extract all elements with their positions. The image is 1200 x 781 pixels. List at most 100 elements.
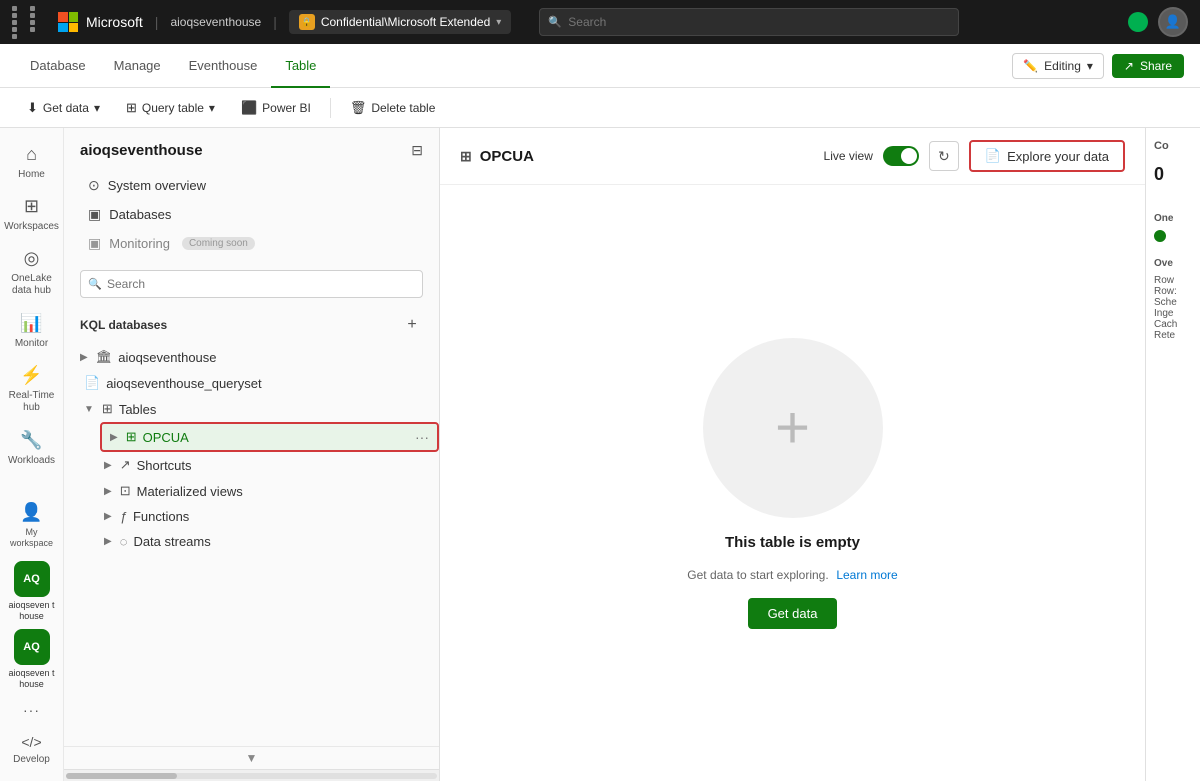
- sidebar: aioqseventhouse ⊟ ⊙ System overview ▣ Da…: [64, 128, 440, 781]
- query-table-label: Query table: [142, 101, 204, 115]
- nav-item-system-overview[interactable]: ⊙ System overview: [80, 171, 423, 200]
- right-panel-row-label: Row: [1154, 275, 1192, 286]
- rail-item-monitor[interactable]: 📊 Monitor: [4, 305, 60, 357]
- refresh-button[interactable]: ↻: [929, 141, 959, 171]
- aioq1-label: aioqseven thouse: [8, 600, 56, 622]
- tree-item-opcua[interactable]: ▶ ⊞ OPCUA ···: [100, 422, 439, 452]
- toolbar-separator: [330, 98, 331, 118]
- rail-item-realtimehub[interactable]: ⚡ Real-Time hub: [4, 357, 60, 422]
- power-bi-button[interactable]: ⬛ Power BI: [230, 94, 322, 122]
- share-icon: ↗: [1124, 59, 1134, 73]
- rail-item-develop-label: Develop: [13, 754, 50, 765]
- tab-table[interactable]: Table: [271, 44, 330, 88]
- nav-item-monitoring[interactable]: ▣ Monitoring Coming soon: [80, 229, 423, 258]
- query-table-icon: ⊞: [126, 100, 137, 116]
- tree-item-functions[interactable]: ▶ ƒ Functions: [64, 504, 439, 529]
- data-streams-label: Data streams: [133, 534, 210, 549]
- rail-item-onelake[interactable]: ◎ OneLake data hub: [4, 240, 60, 305]
- explore-data-button[interactable]: 📄 Explore your data: [969, 140, 1125, 172]
- tree-item-queryset[interactable]: 📄 aioqseventhouse_queryset: [64, 370, 439, 396]
- main-layout: ⌂ Home ⊞ Workspaces ◎ OneLake data hub 📊…: [0, 128, 1200, 781]
- query-table-button[interactable]: ⊞ Query table ▾: [115, 94, 226, 122]
- get-data-icon: ⬇: [27, 100, 38, 116]
- edit-icon: ✏️: [1023, 59, 1038, 73]
- sidebar-scroll[interactable]: ▶ 🏛 aioqseventhouse 📄 aioqseventhouse_qu…: [64, 344, 439, 746]
- onelake-icon: ◎: [24, 248, 40, 269]
- sidebar-bottom-scrollbar[interactable]: [64, 769, 439, 781]
- tree-item-shortcuts[interactable]: ▶ ↗ Shortcuts: [64, 452, 439, 478]
- delete-table-button[interactable]: 🗑 Delete table: [339, 94, 447, 122]
- sidebar-layout-icon[interactable]: ⊟: [411, 142, 423, 159]
- rail-item-aioq1[interactable]: AQ aioqseven thouse: [4, 557, 60, 626]
- get-data-button[interactable]: ⬇ Get data ▾: [16, 94, 111, 122]
- tab-eventhouse[interactable]: Eventhouse: [175, 44, 272, 88]
- root-icon: 🏛: [96, 349, 113, 365]
- tab-manage[interactable]: Manage: [100, 44, 175, 88]
- rail-item-home[interactable]: ⌂ Home: [4, 136, 60, 188]
- more-icon: ···: [23, 702, 40, 718]
- right-panel-radio-active: [1154, 230, 1166, 242]
- rail-item-workspaces-label: Workspaces: [4, 221, 59, 232]
- rail-item-aioq2[interactable]: AQ aioqseven thouse: [4, 625, 60, 694]
- rail-item-home-label: Home: [18, 169, 45, 180]
- workloads-icon: 🔧: [20, 430, 42, 451]
- topbar-right: 👤: [1128, 7, 1188, 37]
- tree-item-root[interactable]: ▶ 🏛 aioqseventhouse: [64, 344, 439, 370]
- notification-dot: [1128, 12, 1148, 32]
- rail-item-my-workspace[interactable]: 👤 My workspace: [4, 494, 60, 557]
- opcua-more-icon[interactable]: ···: [415, 429, 429, 445]
- live-view-toggle[interactable]: [883, 146, 919, 166]
- editing-label: Editing: [1044, 59, 1081, 73]
- topbar-search-input[interactable]: [539, 8, 959, 36]
- sidebar-scroll-down[interactable]: ▼: [64, 746, 439, 769]
- right-panel-over-section: Ove Row Row: Sche Inge Cach Rete: [1154, 258, 1192, 341]
- right-panel: Co 0 One Ove Row Row: Sche Inge Cach Ret…: [1145, 128, 1200, 781]
- user-avatar[interactable]: 👤: [1158, 7, 1188, 37]
- sidebar-search: 🔍: [64, 262, 439, 306]
- workspaces-icon: ⊞: [24, 196, 39, 217]
- content-header: ⊞ OPCUA Live view ↻ 📄 Explore your data: [440, 128, 1145, 185]
- tree-item-materialized-views[interactable]: ▶ ⊡ Materialized views: [64, 478, 439, 504]
- sidebar-search-wrap: 🔍: [80, 270, 423, 298]
- materialized-views-icon: ⊡: [120, 483, 131, 499]
- monitor-icon: 📊: [20, 313, 42, 334]
- sidebar-scroll-track: [66, 773, 437, 779]
- sidebar-header: aioqseventhouse ⊟: [64, 128, 439, 167]
- sidebar-section-title: KQL databases: [80, 318, 167, 332]
- app-grid-icon[interactable]: [12, 6, 46, 39]
- nav-item-databases[interactable]: ▣ Databases: [80, 200, 423, 229]
- sidebar-add-button[interactable]: +: [401, 314, 423, 336]
- aioq2-avatar: AQ: [14, 629, 50, 665]
- nav-rail: ⌂ Home ⊞ Workspaces ◎ OneLake data hub 📊…: [0, 128, 64, 781]
- data-streams-chevron-icon: ▶: [104, 536, 112, 547]
- right-panel-over-label: Ove: [1154, 258, 1192, 269]
- nav-item-monitoring-label: Monitoring: [109, 236, 170, 251]
- editing-button[interactable]: ✏️ Editing ▾: [1012, 53, 1104, 79]
- data-streams-icon: ◌: [120, 534, 128, 549]
- rail-item-develop[interactable]: </> Develop: [4, 726, 60, 773]
- learn-more-link[interactable]: Learn more: [836, 568, 897, 582]
- topbar-search-icon: 🔍: [548, 16, 562, 29]
- topbar-search-wrap: 🔍: [539, 8, 959, 36]
- share-button[interactable]: ↗ Share: [1112, 54, 1184, 78]
- my-workspace-icon: 👤: [20, 502, 42, 523]
- empty-subtitle: Get data to start exploring.: [687, 568, 828, 582]
- right-panel-col-section: Co 0: [1154, 140, 1192, 201]
- navtabs-actions: ✏️ Editing ▾ ↗ Share: [1012, 53, 1184, 79]
- rail-item-onelake-label: OneLake data hub: [8, 273, 56, 297]
- nav-item-system-overview-label: System overview: [108, 178, 206, 193]
- realtimehub-icon: ⚡: [20, 365, 42, 386]
- tables-label: Tables: [119, 402, 157, 417]
- rail-item-workloads[interactable]: 🔧 Workloads: [4, 422, 60, 474]
- tab-database[interactable]: Database: [16, 44, 100, 88]
- tree-item-tables[interactable]: ▼ ⊞ Tables: [64, 396, 439, 422]
- rail-item-workspaces[interactable]: ⊞ Workspaces: [4, 188, 60, 240]
- queryset-label: aioqseventhouse_queryset: [106, 376, 261, 391]
- topbar-context[interactable]: 🔒 Confidential\Microsoft Extended ▾: [289, 10, 511, 34]
- tree-item-data-streams[interactable]: ▶ ◌ Data streams: [64, 529, 439, 554]
- aioq1-avatar: AQ: [14, 561, 50, 597]
- get-data-main-button[interactable]: Get data: [748, 598, 838, 629]
- rail-item-more[interactable]: ···: [4, 694, 60, 726]
- sidebar-search-input[interactable]: [80, 270, 423, 298]
- aioq2-label: aioqseven thouse: [8, 668, 56, 690]
